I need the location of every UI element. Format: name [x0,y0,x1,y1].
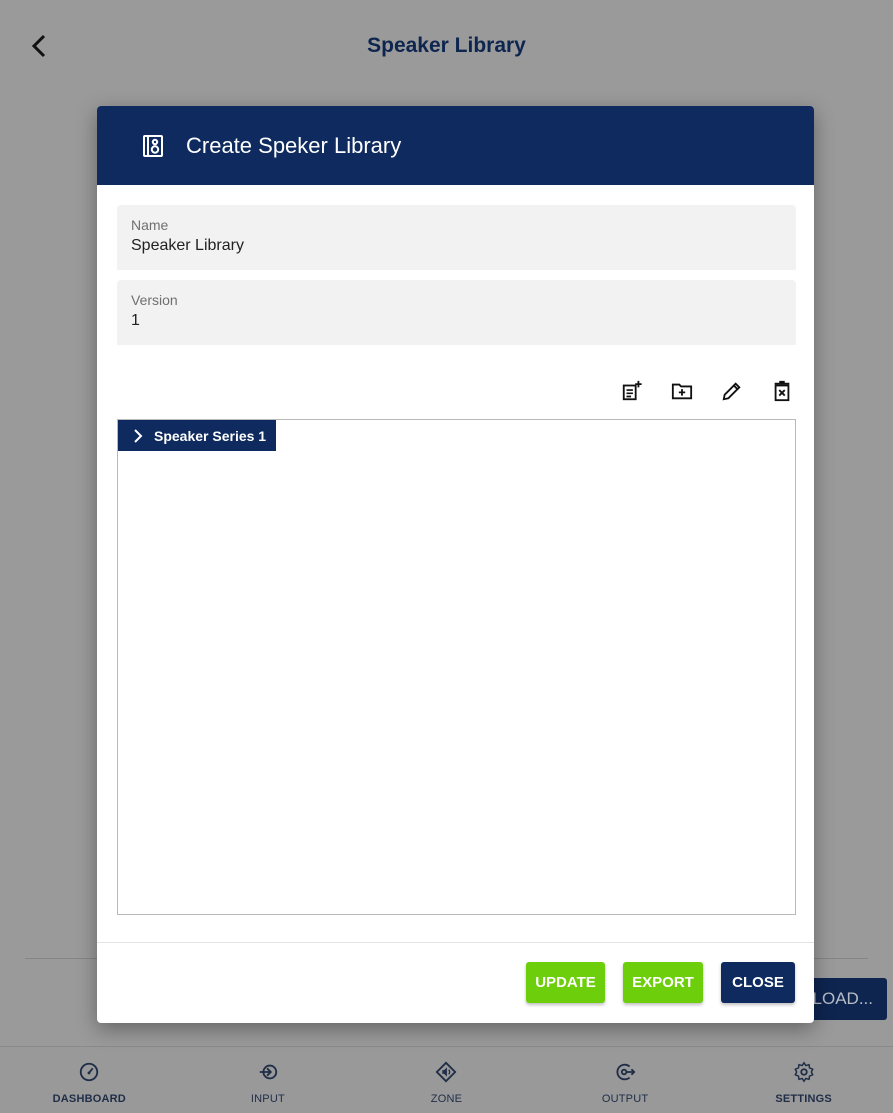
add-item-button[interactable] [617,376,647,406]
close-button[interactable]: CLOSE [721,962,795,1003]
nav-label-dashboard: DASHBOARD [52,1093,126,1105]
nav-item-input[interactable]: INPUT [179,1047,358,1113]
nav-item-settings[interactable]: SETTINGS [714,1047,893,1113]
dialog-title: Create Speker Library [186,132,402,158]
add-folder-icon [671,383,693,400]
library-tree: Speaker Series 1 [117,419,796,915]
name-field-label: Name [131,217,169,233]
page-title: Speaker Library [367,34,526,57]
add-folder-button[interactable] [667,376,697,406]
bottom-navigation: DASHBOARD INPUT ZONE OUTPUT SETTINGS [0,1046,893,1113]
delete-button[interactable] [767,376,797,406]
dialog-header: Create Speker Library [97,106,814,185]
tree-node-speaker-series[interactable]: Speaker Series 1 [118,420,277,451]
version-input[interactable] [131,312,782,330]
nav-label-output: OUTPUT [601,1093,649,1105]
name-input[interactable] [131,237,782,255]
tree-node-label: Speaker Series 1 [154,427,267,444]
nav-label-input: INPUT [250,1093,285,1105]
export-button[interactable]: EXPORT [623,962,703,1003]
name-field[interactable]: Name [117,205,796,270]
gauge-icon [80,1062,99,1082]
nav-label-settings: SETTINGS [775,1093,832,1105]
nav-item-zone[interactable]: ZONE [357,1047,536,1113]
input-icon [259,1064,278,1080]
dialog-actions: UPDATE EXPORT CLOSE [526,962,795,1003]
output-icon [616,1063,636,1081]
version-field-label: Version [131,292,178,308]
speaker-icon [143,134,163,157]
version-field[interactable]: Version [117,280,796,345]
edit-pencil-icon [722,382,741,401]
gear-icon [793,1061,814,1083]
update-button[interactable]: UPDATE [526,962,605,1003]
nav-item-output[interactable]: OUTPUT [536,1047,715,1113]
top-bar: Speaker Library [0,0,893,90]
nav-label-zone: ZONE [430,1093,463,1105]
create-library-dialog: Create Speker Library Name Version [97,106,814,1023]
nav-item-dashboard[interactable]: DASHBOARD [0,1047,179,1113]
chevron-right-icon [134,428,143,443]
zone-speaker-icon [436,1061,457,1083]
footer-divider [97,942,814,943]
tree-toolbar [617,376,797,406]
delete-icon [774,380,790,402]
add-item-icon [622,380,642,401]
edit-button[interactable] [717,376,747,406]
